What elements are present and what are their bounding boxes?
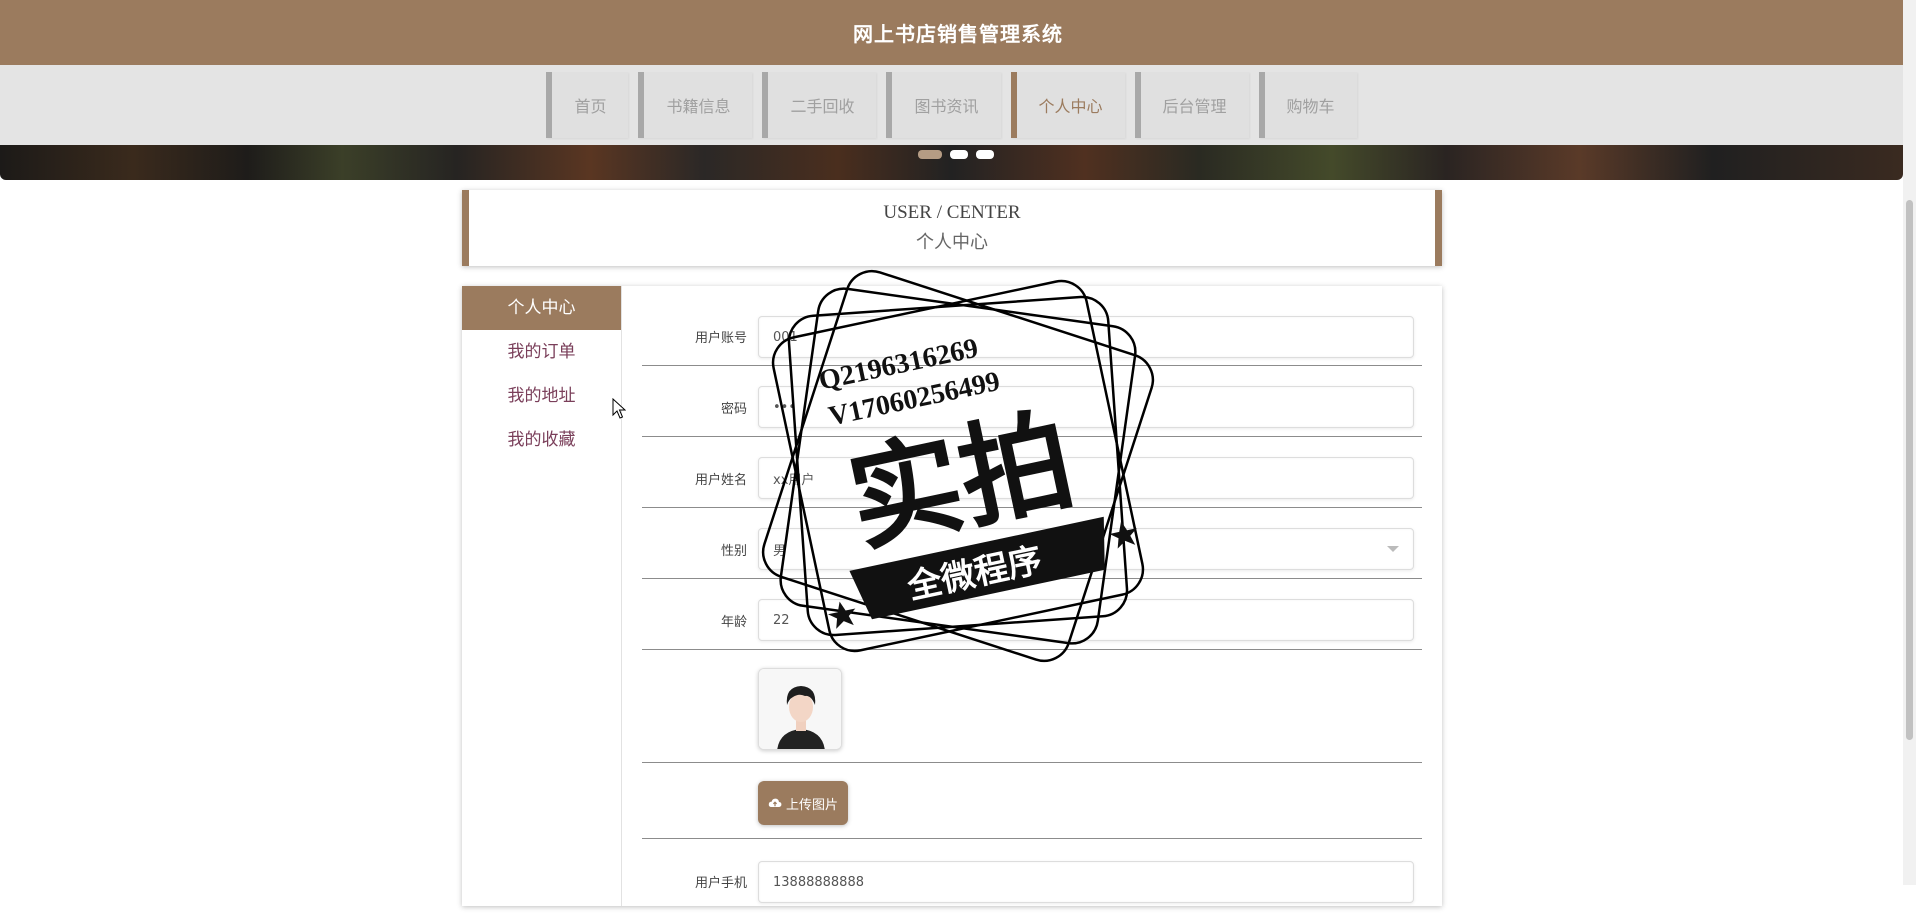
account-input[interactable]: 001 — [758, 316, 1414, 358]
cloud-upload-icon — [768, 798, 782, 807]
gender-select[interactable]: 男 — [758, 528, 1414, 570]
carousel-dot-1[interactable] — [918, 150, 942, 159]
sidebar-item-favorites[interactable]: 我的收藏 — [462, 418, 621, 462]
nav-item-user-center[interactable]: 个人中心 — [1010, 72, 1125, 138]
form-row-avatar — [642, 650, 1422, 763]
nav-item-news[interactable]: 图书资讯 — [886, 72, 1001, 138]
site-title: 网上书店销售管理系统 — [853, 22, 1063, 46]
form-row-upload: 上传图片 — [642, 763, 1422, 839]
user-center-card: 个人中心 我的订单 我的地址 我的收藏 用户账号 001 密码 ••• 用户姓名… — [462, 286, 1442, 906]
profile-form: 用户账号 001 密码 ••• 用户姓名 xx用户 性别 男 年龄 22 上传图… — [642, 286, 1422, 919]
chevron-down-icon — [1387, 546, 1399, 552]
form-row-gender: 性别 男 — [642, 508, 1422, 579]
nav-item-books[interactable]: 书籍信息 — [638, 72, 753, 138]
scrollbar-thumb[interactable] — [1906, 200, 1913, 740]
phone-input[interactable]: 13888888888 — [758, 861, 1414, 903]
gender-select-value: 男 — [773, 543, 787, 559]
password-label: 密码 — [720, 402, 747, 417]
account-label: 用户账号 — [694, 331, 747, 346]
section-title-en: USER / CENTER — [883, 202, 1021, 223]
section-title-cn: 个人中心 — [916, 232, 988, 252]
main-nav: 首页 书籍信息 二手回收 图书资讯 个人中心 后台管理 购物车 — [0, 65, 1903, 145]
form-row-age: 年龄 22 — [642, 579, 1422, 650]
nav-item-recycle[interactable]: 二手回收 — [762, 72, 877, 138]
mouse-cursor-icon — [612, 398, 626, 419]
nav-item-cart[interactable]: 购物车 — [1258, 72, 1357, 138]
avatar-image — [759, 669, 841, 749]
form-row-phone: 用户手机 13888888888 — [642, 839, 1422, 919]
nav-item-admin[interactable]: 后台管理 — [1134, 72, 1249, 138]
name-input[interactable]: xx用户 — [758, 457, 1414, 499]
sidebar-item-user-center[interactable]: 个人中心 — [462, 286, 621, 330]
page-scrollbar[interactable] — [1903, 0, 1916, 885]
form-row-name: 用户姓名 xx用户 — [642, 437, 1422, 508]
form-row-account: 用户账号 001 — [642, 286, 1422, 366]
sidebar-item-address[interactable]: 我的地址 — [462, 374, 621, 418]
form-row-password: 密码 ••• — [642, 366, 1422, 437]
age-input[interactable]: 22 — [758, 599, 1414, 641]
gender-label: 性别 — [720, 544, 747, 559]
phone-label: 用户手机 — [694, 876, 747, 891]
site-header: 网上书店销售管理系统 — [0, 0, 1916, 65]
upload-image-button[interactable]: 上传图片 — [758, 781, 849, 825]
user-sidebar: 个人中心 我的订单 我的地址 我的收藏 — [462, 286, 622, 906]
sidebar-item-orders[interactable]: 我的订单 — [462, 330, 621, 374]
name-label: 用户姓名 — [694, 473, 747, 488]
carousel-dot-2[interactable] — [950, 150, 968, 159]
carousel-dot-3[interactable] — [976, 150, 994, 159]
password-input[interactable]: ••• — [758, 386, 1414, 428]
avatar — [758, 668, 842, 750]
upload-button-label: 上传图片 — [786, 797, 839, 813]
age-label: 年龄 — [720, 615, 747, 630]
section-title-box: USER / CENTER 个人中心 — [462, 190, 1442, 266]
carousel-indicators — [918, 150, 994, 159]
nav-item-home[interactable]: 首页 — [546, 72, 629, 138]
